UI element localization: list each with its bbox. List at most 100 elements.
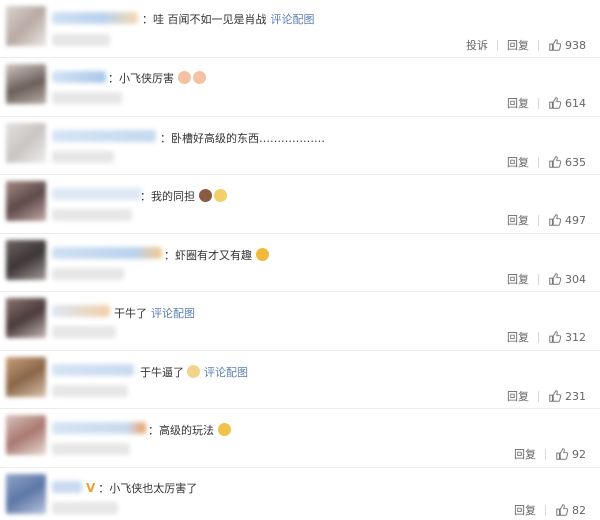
avatar[interactable] <box>6 298 46 338</box>
username[interactable] <box>52 71 106 83</box>
like-count: 92 <box>572 447 586 461</box>
comment-text: ：高级的玩法 <box>148 422 231 438</box>
like-button[interactable]: 231 <box>548 389 586 403</box>
like-count: 231 <box>565 389 586 403</box>
like-button[interactable]: 304 <box>548 272 586 286</box>
like-count: 304 <box>565 272 586 286</box>
divider <box>538 39 539 51</box>
reply-button[interactable]: 回复 <box>507 95 529 111</box>
divider <box>538 97 539 109</box>
comment-text: ：我的同担 <box>140 188 227 204</box>
comment-actions: 回复 312 <box>507 329 586 345</box>
avatar[interactable] <box>6 474 46 514</box>
emoji-icon <box>193 71 206 84</box>
comment-item: 于牛逼了 评论配图 回复 231 <box>0 351 600 409</box>
avatar[interactable] <box>6 415 46 455</box>
thumbs-up-icon <box>549 331 562 343</box>
emoji-icon <box>199 189 212 202</box>
reply-button[interactable]: 回复 <box>507 271 529 287</box>
comment-text: V ：小飞侠也太厉害了 <box>86 481 198 495</box>
blurred-text <box>52 34 110 46</box>
like-button[interactable]: 82 <box>555 503 586 517</box>
like-button[interactable]: 92 <box>555 447 586 461</box>
comment-text: ：卧槽好高级的东西……………… <box>160 132 325 145</box>
username[interactable] <box>52 130 156 142</box>
avatar[interactable] <box>6 181 46 221</box>
emoji-icon <box>218 423 231 436</box>
thumbs-up-icon <box>549 39 562 51</box>
comment-actions: 回复 92 <box>514 446 586 462</box>
emoji-icon <box>256 248 269 261</box>
comment-text: ：小飞侠厉害 <box>108 70 206 86</box>
comment-actions: 回复 614 <box>507 95 586 111</box>
emoji-icon <box>178 71 191 84</box>
comment-actions: 投诉 回复 938 <box>466 37 586 53</box>
comment-item: V ：小飞侠也太厉害了 回复 82 <box>0 468 600 520</box>
reply-button[interactable]: 回复 <box>507 212 529 228</box>
avatar[interactable] <box>6 240 46 280</box>
reply-button[interactable]: 回复 <box>514 446 536 462</box>
thumbs-up-icon <box>556 504 569 516</box>
thumbs-up-icon <box>556 448 569 460</box>
like-button[interactable]: 635 <box>548 155 586 169</box>
divider <box>538 331 539 343</box>
view-image-link[interactable]: 评论配图 <box>151 307 195 320</box>
like-button[interactable]: 497 <box>548 213 586 227</box>
comment-actions: 回复 635 <box>507 154 586 170</box>
view-image-link[interactable]: 评论配图 <box>204 366 248 379</box>
reply-button[interactable]: 回复 <box>507 37 529 53</box>
like-count: 82 <box>572 503 586 517</box>
comment-item: ：小飞侠厉害 回复 614 <box>0 58 600 117</box>
thumbs-up-icon <box>549 214 562 226</box>
divider <box>538 273 539 285</box>
avatar[interactable] <box>6 64 46 104</box>
username[interactable] <box>52 305 110 317</box>
like-button[interactable]: 614 <box>548 96 586 110</box>
view-image-link[interactable]: 评论配图 <box>271 13 315 26</box>
emoji-icon <box>187 365 200 378</box>
username[interactable] <box>52 12 138 24</box>
reply-button[interactable]: 回复 <box>514 502 536 518</box>
avatar[interactable] <box>6 123 46 163</box>
avatar[interactable] <box>6 6 46 46</box>
comment-item: ：哇 百闻不如一见是肖战 评论配图 投诉 回复 938 <box>0 0 600 58</box>
comment-item: 干牛了 评论配图 回复 312 <box>0 292 600 351</box>
comment-actions: 回复 497 <box>507 212 586 228</box>
blurred-text <box>52 502 118 514</box>
avatar[interactable] <box>6 357 46 397</box>
username[interactable] <box>52 247 162 259</box>
like-count: 938 <box>565 38 586 52</box>
reply-button[interactable]: 回复 <box>507 154 529 170</box>
thumbs-up-icon <box>549 97 562 109</box>
comment-item: ：虾圈有才又有趣 回复 304 <box>0 234 600 292</box>
comment-actions: 回复 231 <box>507 388 586 404</box>
divider <box>497 39 498 51</box>
report-button[interactable]: 投诉 <box>466 37 488 53</box>
divider <box>538 156 539 168</box>
emoji-icon <box>214 189 227 202</box>
username[interactable] <box>52 364 134 376</box>
reply-button[interactable]: 回复 <box>507 329 529 345</box>
username[interactable] <box>52 422 146 434</box>
comment-actions: 回复 304 <box>507 271 586 287</box>
like-button[interactable]: 312 <box>548 330 586 344</box>
like-button[interactable]: 938 <box>548 38 586 52</box>
blurred-text <box>52 209 132 221</box>
username[interactable] <box>52 188 142 200</box>
blurred-text <box>52 92 122 104</box>
reply-button[interactable]: 回复 <box>507 388 529 404</box>
comment-item: ：高级的玩法 回复 92 <box>0 409 600 468</box>
comment-item: ：卧槽好高级的东西……………… 回复 635 <box>0 117 600 175</box>
comment-actions: 回复 82 <box>514 502 586 518</box>
divider <box>545 448 546 460</box>
verified-badge: V <box>86 481 96 495</box>
divider <box>545 504 546 516</box>
like-count: 635 <box>565 155 586 169</box>
username[interactable] <box>52 481 82 493</box>
thumbs-up-icon <box>549 390 562 402</box>
comment-item: ：我的同担 回复 497 <box>0 175 600 234</box>
blurred-text <box>52 443 130 455</box>
comment-text: ：哇 百闻不如一见是肖战 评论配图 <box>142 13 315 26</box>
blurred-text <box>52 151 114 163</box>
like-count: 312 <box>565 330 586 344</box>
